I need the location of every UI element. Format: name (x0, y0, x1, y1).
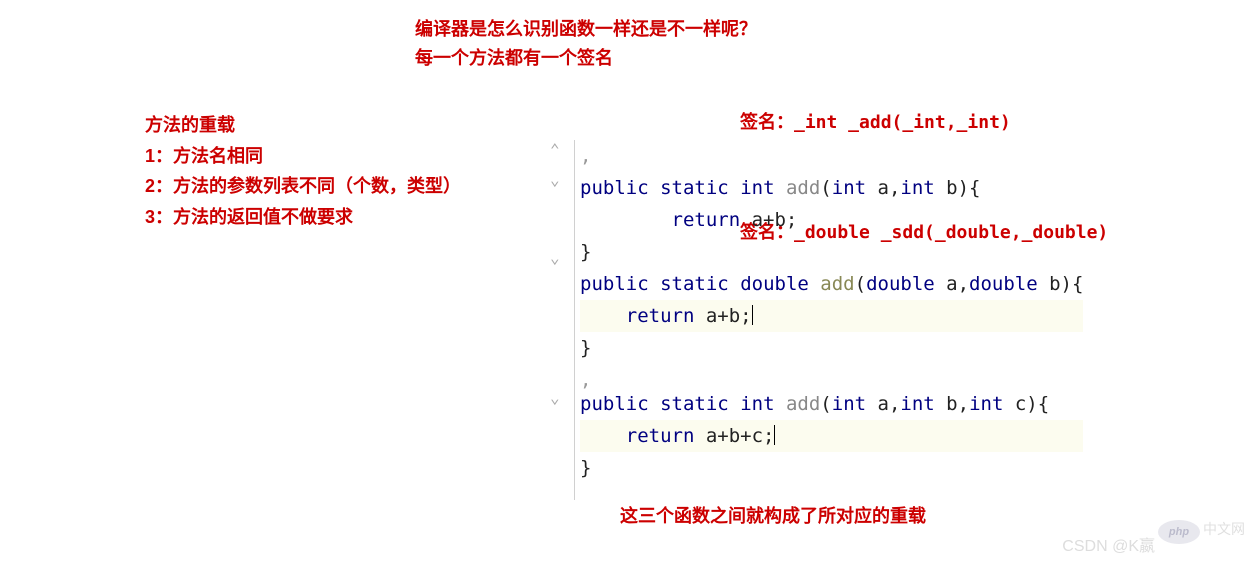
code-line: , (580, 364, 1083, 388)
code-line: public static int add(int a,int b,int c)… (580, 388, 1083, 420)
top-title: 编译器是怎么识别函数一样还是不一样呢？ 每一个方法都有一个签名 (415, 15, 757, 73)
cursor-icon (774, 425, 775, 445)
collapse-icon[interactable]: ⌃ (550, 140, 560, 159)
top-title-line1: 编译器是怎么识别函数一样还是不一样呢？ (415, 15, 757, 44)
top-title-line2: 每一个方法都有一个签名 (415, 44, 757, 73)
code-line: return a+b; (580, 300, 1083, 332)
code-line: } (580, 332, 1083, 364)
code-line: } (580, 236, 1083, 268)
php-logo-icon: php (1158, 520, 1200, 544)
collapse-icon[interactable]: ⌄ (550, 170, 560, 189)
collapse-icon[interactable]: ⌄ (550, 248, 560, 267)
code-line: return a+b+c; (580, 420, 1083, 452)
left-heading: 方法的重载 (145, 110, 461, 141)
left-rule1: 1：方法名相同 (145, 141, 461, 172)
code-gutter: ⌃ ⌄ ⌄ ⌄ (540, 140, 575, 500)
code-content: , public static int add(int a,int b){ re… (580, 140, 1083, 484)
collapse-icon[interactable]: ⌄ (550, 388, 560, 407)
left-rule3: 3：方法的返回值不做要求 (145, 202, 461, 233)
watermark-cn: 中文网 (1203, 519, 1245, 539)
code-line: , (580, 140, 1083, 172)
code-line: return a+b; (580, 204, 1083, 236)
cursor-icon (752, 305, 753, 325)
bottom-note: 这三个函数之间就构成了所对应的重载 (620, 502, 926, 528)
code-line: public static int add(int a,int b){ (580, 172, 1083, 204)
left-rule2: 2：方法的参数列表不同（个数，类型） (145, 171, 461, 202)
signature-1: 签名：_int _add(_int,_int) (740, 108, 1011, 134)
code-line: public static double add(double a,double… (580, 268, 1083, 300)
watermark-csdn: CSDN @K嬴 (1062, 532, 1155, 556)
left-notes: 方法的重载 1：方法名相同 2：方法的参数列表不同（个数，类型） 3：方法的返回… (145, 110, 461, 232)
code-line: } (580, 452, 1083, 484)
